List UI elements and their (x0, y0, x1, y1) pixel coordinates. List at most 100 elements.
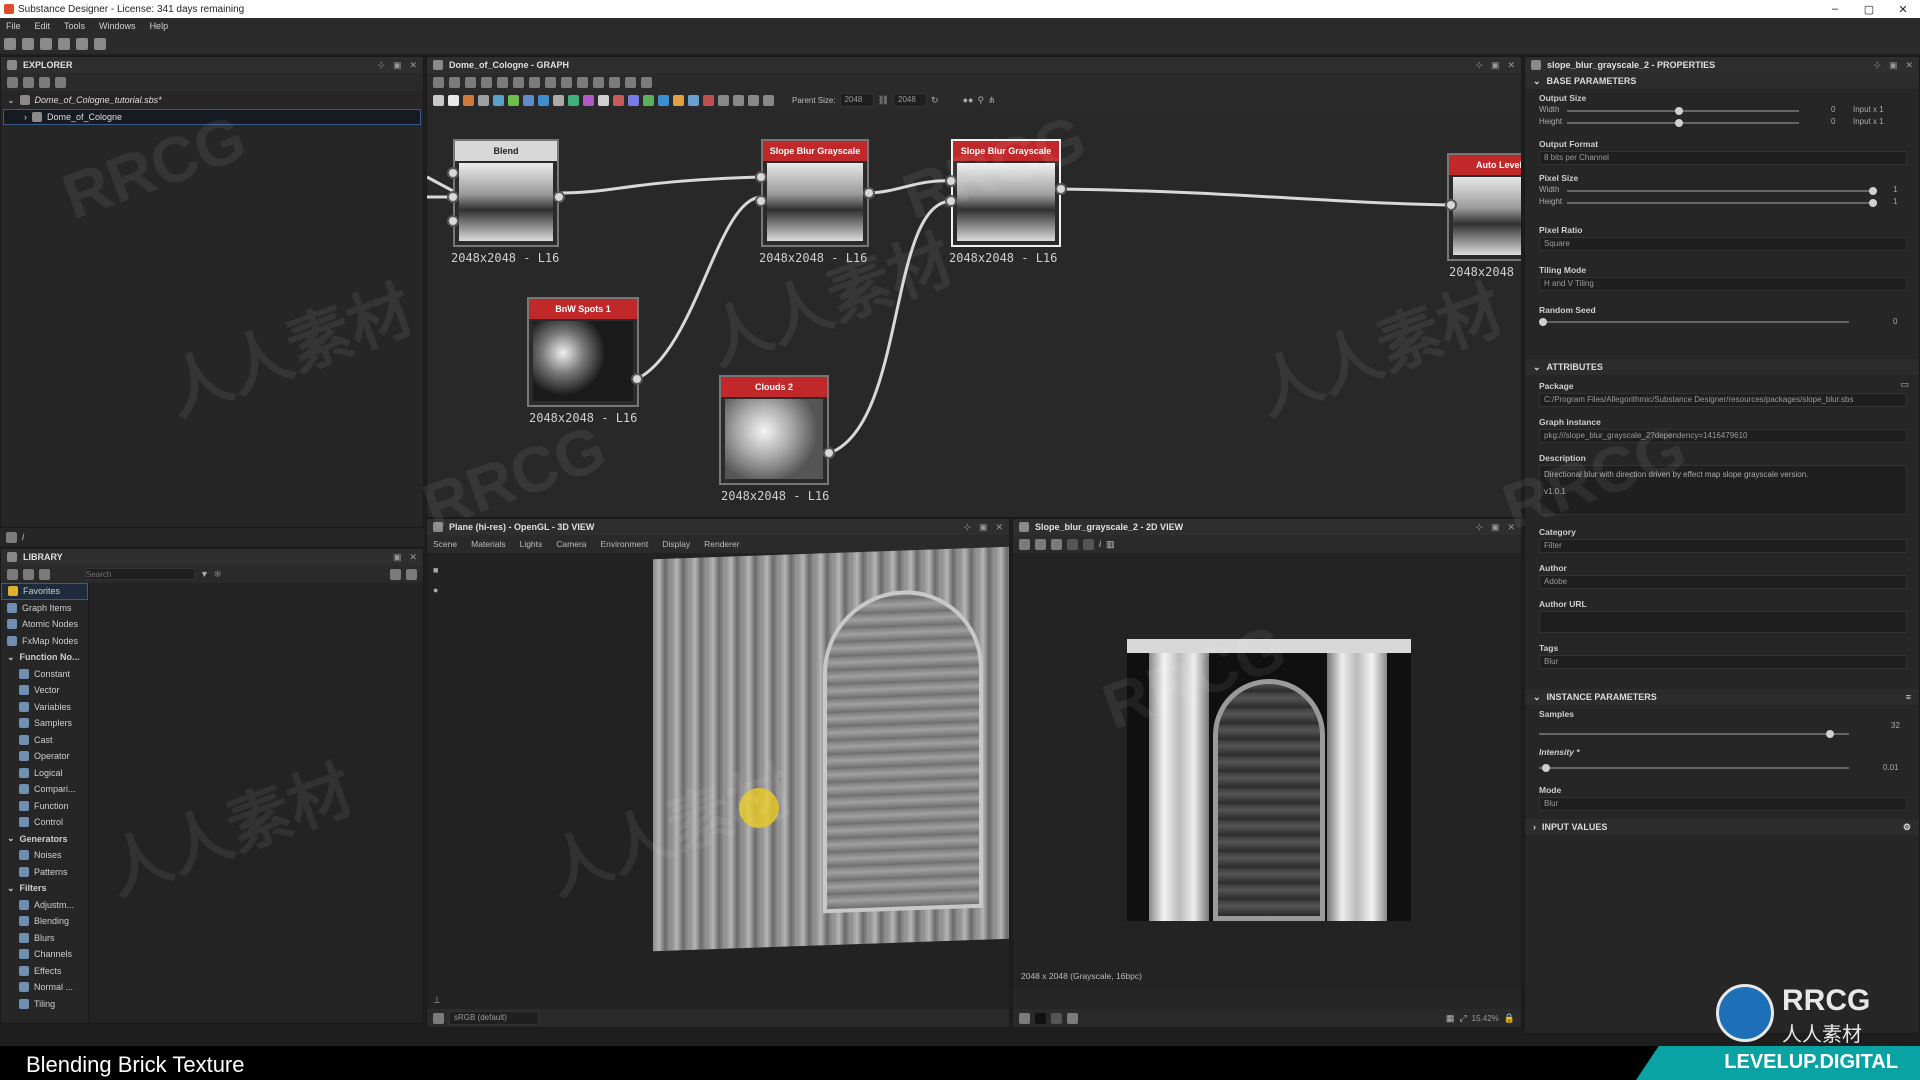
grid-view-icon[interactable] (390, 568, 401, 580)
compare-icon[interactable] (1083, 538, 1094, 550)
2d-viewport[interactable]: 2048 x 2048 (Grayscale, 16bpc) (1013, 553, 1521, 989)
align-icon[interactable] (513, 76, 524, 88)
collapse-arrow-icon[interactable]: › (24, 112, 27, 122)
atomic-hsl-icon[interactable] (598, 94, 609, 106)
library-item[interactable]: Normal ... (1, 979, 88, 996)
atomic-shuffle-icon[interactable] (748, 94, 759, 106)
float-icon[interactable]: ▣ (1491, 522, 1500, 533)
library-item[interactable]: Logical (1, 765, 88, 782)
instance-parameters-section[interactable]: ⌄ INSTANCE PARAMETERS ≡ (1525, 689, 1919, 705)
atomic-warp-icon[interactable] (703, 94, 714, 106)
menu-lights[interactable]: Lights (520, 539, 543, 549)
menu-windows[interactable]: Windows (99, 21, 136, 31)
parent-size-dropdown[interactable]: 2048 (839, 93, 874, 107)
author-url-value[interactable] (1539, 611, 1907, 633)
save-icon[interactable] (58, 38, 70, 50)
menu-environment[interactable]: Environment (601, 539, 649, 549)
random-seed-slider[interactable] (1539, 318, 1849, 326)
comment-icon[interactable] (481, 76, 492, 88)
menu-tools[interactable]: Tools (64, 21, 85, 31)
snap-icon[interactable] (545, 76, 556, 88)
menu-camera[interactable]: Camera (556, 539, 586, 549)
library-item[interactable]: Function (1, 798, 88, 815)
menu-scene[interactable]: Scene (433, 539, 457, 549)
output-size-height-slider[interactable] (1567, 119, 1799, 127)
menu-edit[interactable]: Edit (35, 21, 51, 31)
slider-knob[interactable] (1869, 199, 1877, 207)
grid-icon[interactable] (641, 76, 652, 88)
float-icon[interactable]: ▣ (393, 552, 402, 563)
zoom-icon[interactable] (497, 76, 508, 88)
reset-size-icon[interactable]: ↻ (931, 95, 939, 106)
pixel-size-width-slider[interactable] (1567, 187, 1877, 195)
redo-icon[interactable] (94, 38, 106, 50)
import-icon[interactable] (39, 76, 50, 88)
frame-icon[interactable] (561, 76, 572, 88)
atomic-grayscale-icon[interactable] (583, 94, 594, 106)
output-size-width-slider[interactable] (1567, 107, 1799, 115)
save-image-icon[interactable] (1035, 538, 1046, 550)
attributes-section[interactable]: ⌄ ATTRIBUTES (1525, 359, 1919, 375)
panel-close-icon[interactable]: ✕ (1507, 60, 1515, 71)
node-input-port[interactable] (447, 191, 459, 203)
float-icon[interactable]: ▣ (1491, 60, 1500, 71)
library-item[interactable]: Patterns (1, 864, 88, 881)
library-edit-icon[interactable] (39, 568, 50, 580)
library-item[interactable]: Vector (1, 682, 88, 699)
new-graph-icon[interactable] (22, 38, 34, 50)
library-item[interactable]: Adjustm... (1, 897, 88, 914)
pin-icon[interactable]: ⊹ (377, 60, 385, 71)
open-icon[interactable] (40, 38, 52, 50)
export-icon[interactable] (1051, 538, 1062, 550)
library-item[interactable]: Control (1, 814, 88, 831)
folder-icon[interactable]: ▭ (1900, 379, 1909, 390)
library-item[interactable]: Compari... (1, 781, 88, 798)
atomic-text-icon[interactable] (673, 94, 684, 106)
author-value[interactable]: Adobe (1539, 575, 1907, 589)
node-output-port[interactable] (823, 447, 835, 459)
undo-icon[interactable] (76, 38, 88, 50)
lock-icon[interactable]: 🔒 (1504, 1013, 1515, 1024)
pin-icon[interactable]: ⊹ (1475, 522, 1483, 533)
expand-arrow-icon[interactable]: ⌄ (7, 95, 15, 106)
hierarchy-icon[interactable]: ⋔ (988, 95, 996, 106)
atomic-uniform-icon[interactable] (433, 94, 444, 106)
section-menu-icon[interactable]: ≡ (1906, 692, 1911, 702)
filter-icon[interactable]: ▼ (200, 569, 209, 579)
zoom-level[interactable]: 15.42% (1472, 1014, 1499, 1023)
atomic-gradient-icon[interactable] (568, 94, 579, 106)
samples-slider[interactable] (1539, 730, 1849, 738)
link-size-icon[interactable]: ⛓ (878, 95, 889, 106)
frame-selected-icon[interactable] (449, 76, 460, 88)
mode-dropdown[interactable]: Blur (1539, 797, 1907, 811)
pin-icon[interactable]: ⊹ (1475, 60, 1483, 71)
expose-icon[interactable]: ●● (963, 95, 974, 105)
atomic-fx-icon[interactable] (643, 94, 654, 106)
pin-icon[interactable]: ⊹ (1873, 60, 1881, 71)
library-item[interactable]: Effects (1, 963, 88, 980)
library-item[interactable]: Channels (1, 946, 88, 963)
float-icon[interactable]: ▣ (979, 522, 988, 533)
frame-all-icon[interactable] (433, 76, 444, 88)
node-input-port[interactable] (447, 167, 459, 179)
atomic-channels-icon[interactable] (508, 94, 519, 106)
menu-materials[interactable]: Materials (471, 539, 505, 549)
atomic-emboss-icon[interactable] (553, 94, 564, 106)
panel-close-icon[interactable]: ✕ (995, 522, 1003, 533)
explorer-file-row[interactable]: ⌄ Dome_of_Cologne_tutorial.sbs* (1, 91, 423, 109)
input-values-section[interactable]: › INPUT VALUES ⚙ (1525, 819, 1919, 835)
library-item[interactable]: Tiling (1, 996, 88, 1013)
gear-icon[interactable]: ⚙ (1903, 822, 1911, 833)
colorspace-dropdown[interactable]: sRGB (default) (449, 1011, 539, 1025)
graph-node-slope-blur-2[interactable]: Slope Blur Grayscale (951, 139, 1061, 247)
description-box[interactable]: Directional blur with direction driven b… (1539, 465, 1907, 515)
histogram-icon[interactable]: ▥ (1106, 539, 1115, 550)
category-value[interactable]: Filter (1539, 539, 1907, 553)
copy-icon[interactable] (1019, 538, 1030, 550)
graph-node-clouds-2[interactable]: Clouds 2 (719, 375, 829, 485)
normal-icon[interactable] (1067, 1012, 1078, 1024)
pixel-ratio-dropdown[interactable]: Square (1539, 237, 1907, 251)
library-item[interactable]: Noises (1, 847, 88, 864)
new-icon[interactable] (7, 76, 18, 88)
atomic-blur-icon[interactable] (493, 94, 504, 106)
